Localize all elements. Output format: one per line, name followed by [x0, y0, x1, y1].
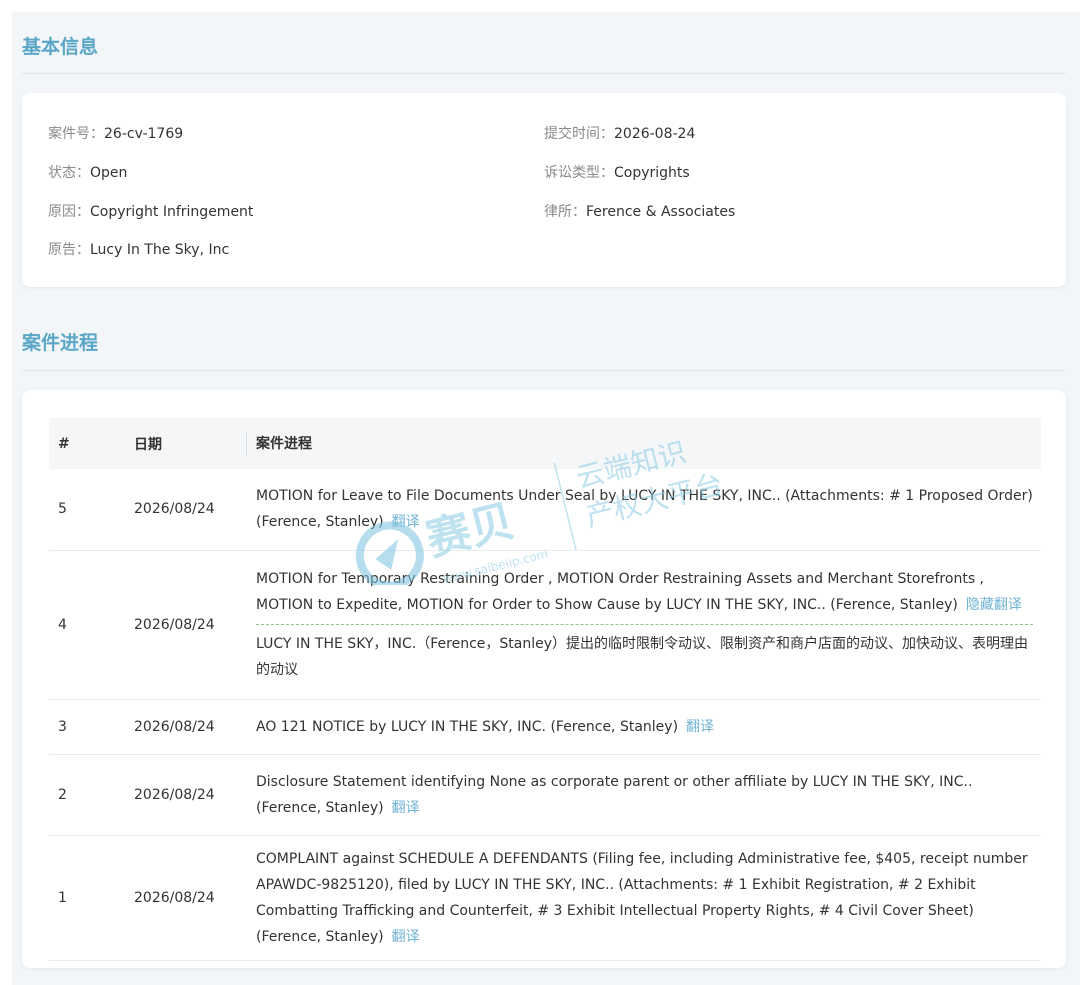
translate-link[interactable]: 翻译 [392, 514, 420, 530]
translation-text: LUCY IN THE SKY，INC.（Ference，Stanley）提出的… [256, 624, 1033, 683]
table-row: 5 2026/08/24 MOTION for Leave to File Do… [49, 469, 1041, 551]
case-type-label: 诉讼类型： [544, 165, 614, 181]
cause-value: Copyright Infringement [90, 204, 254, 220]
case-type-field: 诉讼类型：Copyrights [544, 162, 690, 182]
row-description-text: Disclosure Statement identifying None as… [256, 773, 973, 816]
row-description: COMPLAINT against SCHEDULE A DEFENDANTS … [247, 835, 1041, 961]
case-number-field: 案件号：26-cv-1769 [48, 123, 183, 143]
filed-date-value: 2026-08-24 [614, 126, 696, 142]
row-date: 2026/08/24 [134, 550, 247, 700]
row-date: 2026/08/24 [134, 754, 247, 836]
cause-label: 原因： [48, 204, 90, 220]
row-description-text: MOTION for Temporary Restraining Order ,… [256, 571, 985, 613]
hide-translation-link[interactable]: 隐藏翻译 [966, 597, 1022, 613]
row-description: MOTION for Temporary Restraining Order ,… [247, 550, 1041, 700]
row-number: 5 [49, 469, 134, 551]
translate-link[interactable]: 翻译 [392, 929, 420, 945]
table-row: 3 2026/08/24 AO 121 NOTICE by LUCY IN TH… [49, 699, 1041, 755]
plaintiff-field: 原告：Lucy In The Sky, Inc [48, 239, 229, 259]
filed-date-label: 提交时间： [544, 126, 614, 142]
basic-info-divider [22, 73, 1066, 74]
table-row: 1 2026/08/24 COMPLAINT against SCHEDULE … [49, 835, 1041, 961]
basic-info-title: 基本信息 [22, 36, 99, 58]
row-description-text: AO 121 NOTICE by LUCY IN THE SKY, INC. (… [256, 718, 679, 735]
status-field: 状态：Open [48, 162, 127, 182]
column-header-date-label: 日期 [134, 436, 162, 453]
plaintiff-value: Lucy In The Sky, Inc [90, 242, 230, 258]
plaintiff-label: 原告： [48, 242, 90, 258]
progress-title: 案件进程 [22, 332, 99, 354]
translate-link[interactable]: 翻译 [686, 719, 714, 735]
column-header-progress: 案件进程 [247, 418, 1041, 469]
progress-card: # 日期 案件进程 5 2026/08/24 MOTION for Leave … [22, 390, 1066, 968]
filed-date-field: 提交时间：2026-08-24 [544, 123, 695, 143]
row-number: 4 [49, 550, 134, 700]
translate-link[interactable]: 翻译 [392, 800, 420, 816]
row-description: Disclosure Statement identifying None as… [247, 754, 1041, 836]
table-header-row: # 日期 案件进程 [49, 418, 1041, 469]
status-value: Open [90, 165, 128, 181]
row-description: MOTION for Leave to File Documents Under… [247, 469, 1041, 551]
table-row: 4 2026/08/24 MOTION for Temporary Restra… [49, 550, 1041, 700]
basic-info-card: 案件号：26-cv-1769 状态：Open 原因：Copyright Infr… [22, 93, 1066, 287]
row-description-text: MOTION for Leave to File Documents Under… [256, 488, 1033, 531]
progress-divider [22, 370, 1066, 371]
row-date: 2026/08/24 [134, 699, 247, 755]
row-number: 2 [49, 754, 134, 836]
case-number-value: 26-cv-1769 [104, 126, 184, 142]
column-separator [246, 432, 247, 456]
row-date: 2026/08/24 [134, 835, 247, 961]
case-type-value: Copyrights [614, 165, 690, 181]
row-number: 1 [49, 835, 134, 961]
row-description-text: COMPLAINT against SCHEDULE A DEFENDANTS … [256, 850, 1028, 945]
progress-table: # 日期 案件进程 5 2026/08/24 MOTION for Leave … [49, 418, 1041, 961]
column-header-date: 日期 [134, 418, 247, 469]
law-firm-label: 律所： [544, 204, 586, 220]
table-row: 2 2026/08/24 Disclosure Statement identi… [49, 754, 1041, 836]
status-label: 状态： [48, 165, 90, 181]
column-header-number: # [49, 418, 134, 469]
cause-field: 原因：Copyright Infringement [48, 201, 253, 221]
law-firm-field: 律所：Ference & Associates [544, 201, 735, 221]
case-number-label: 案件号： [48, 126, 104, 142]
law-firm-value: Ference & Associates [586, 204, 736, 220]
row-number: 3 [49, 699, 134, 755]
row-description: AO 121 NOTICE by LUCY IN THE SKY, INC. (… [247, 699, 1041, 755]
row-date: 2026/08/24 [134, 469, 247, 551]
